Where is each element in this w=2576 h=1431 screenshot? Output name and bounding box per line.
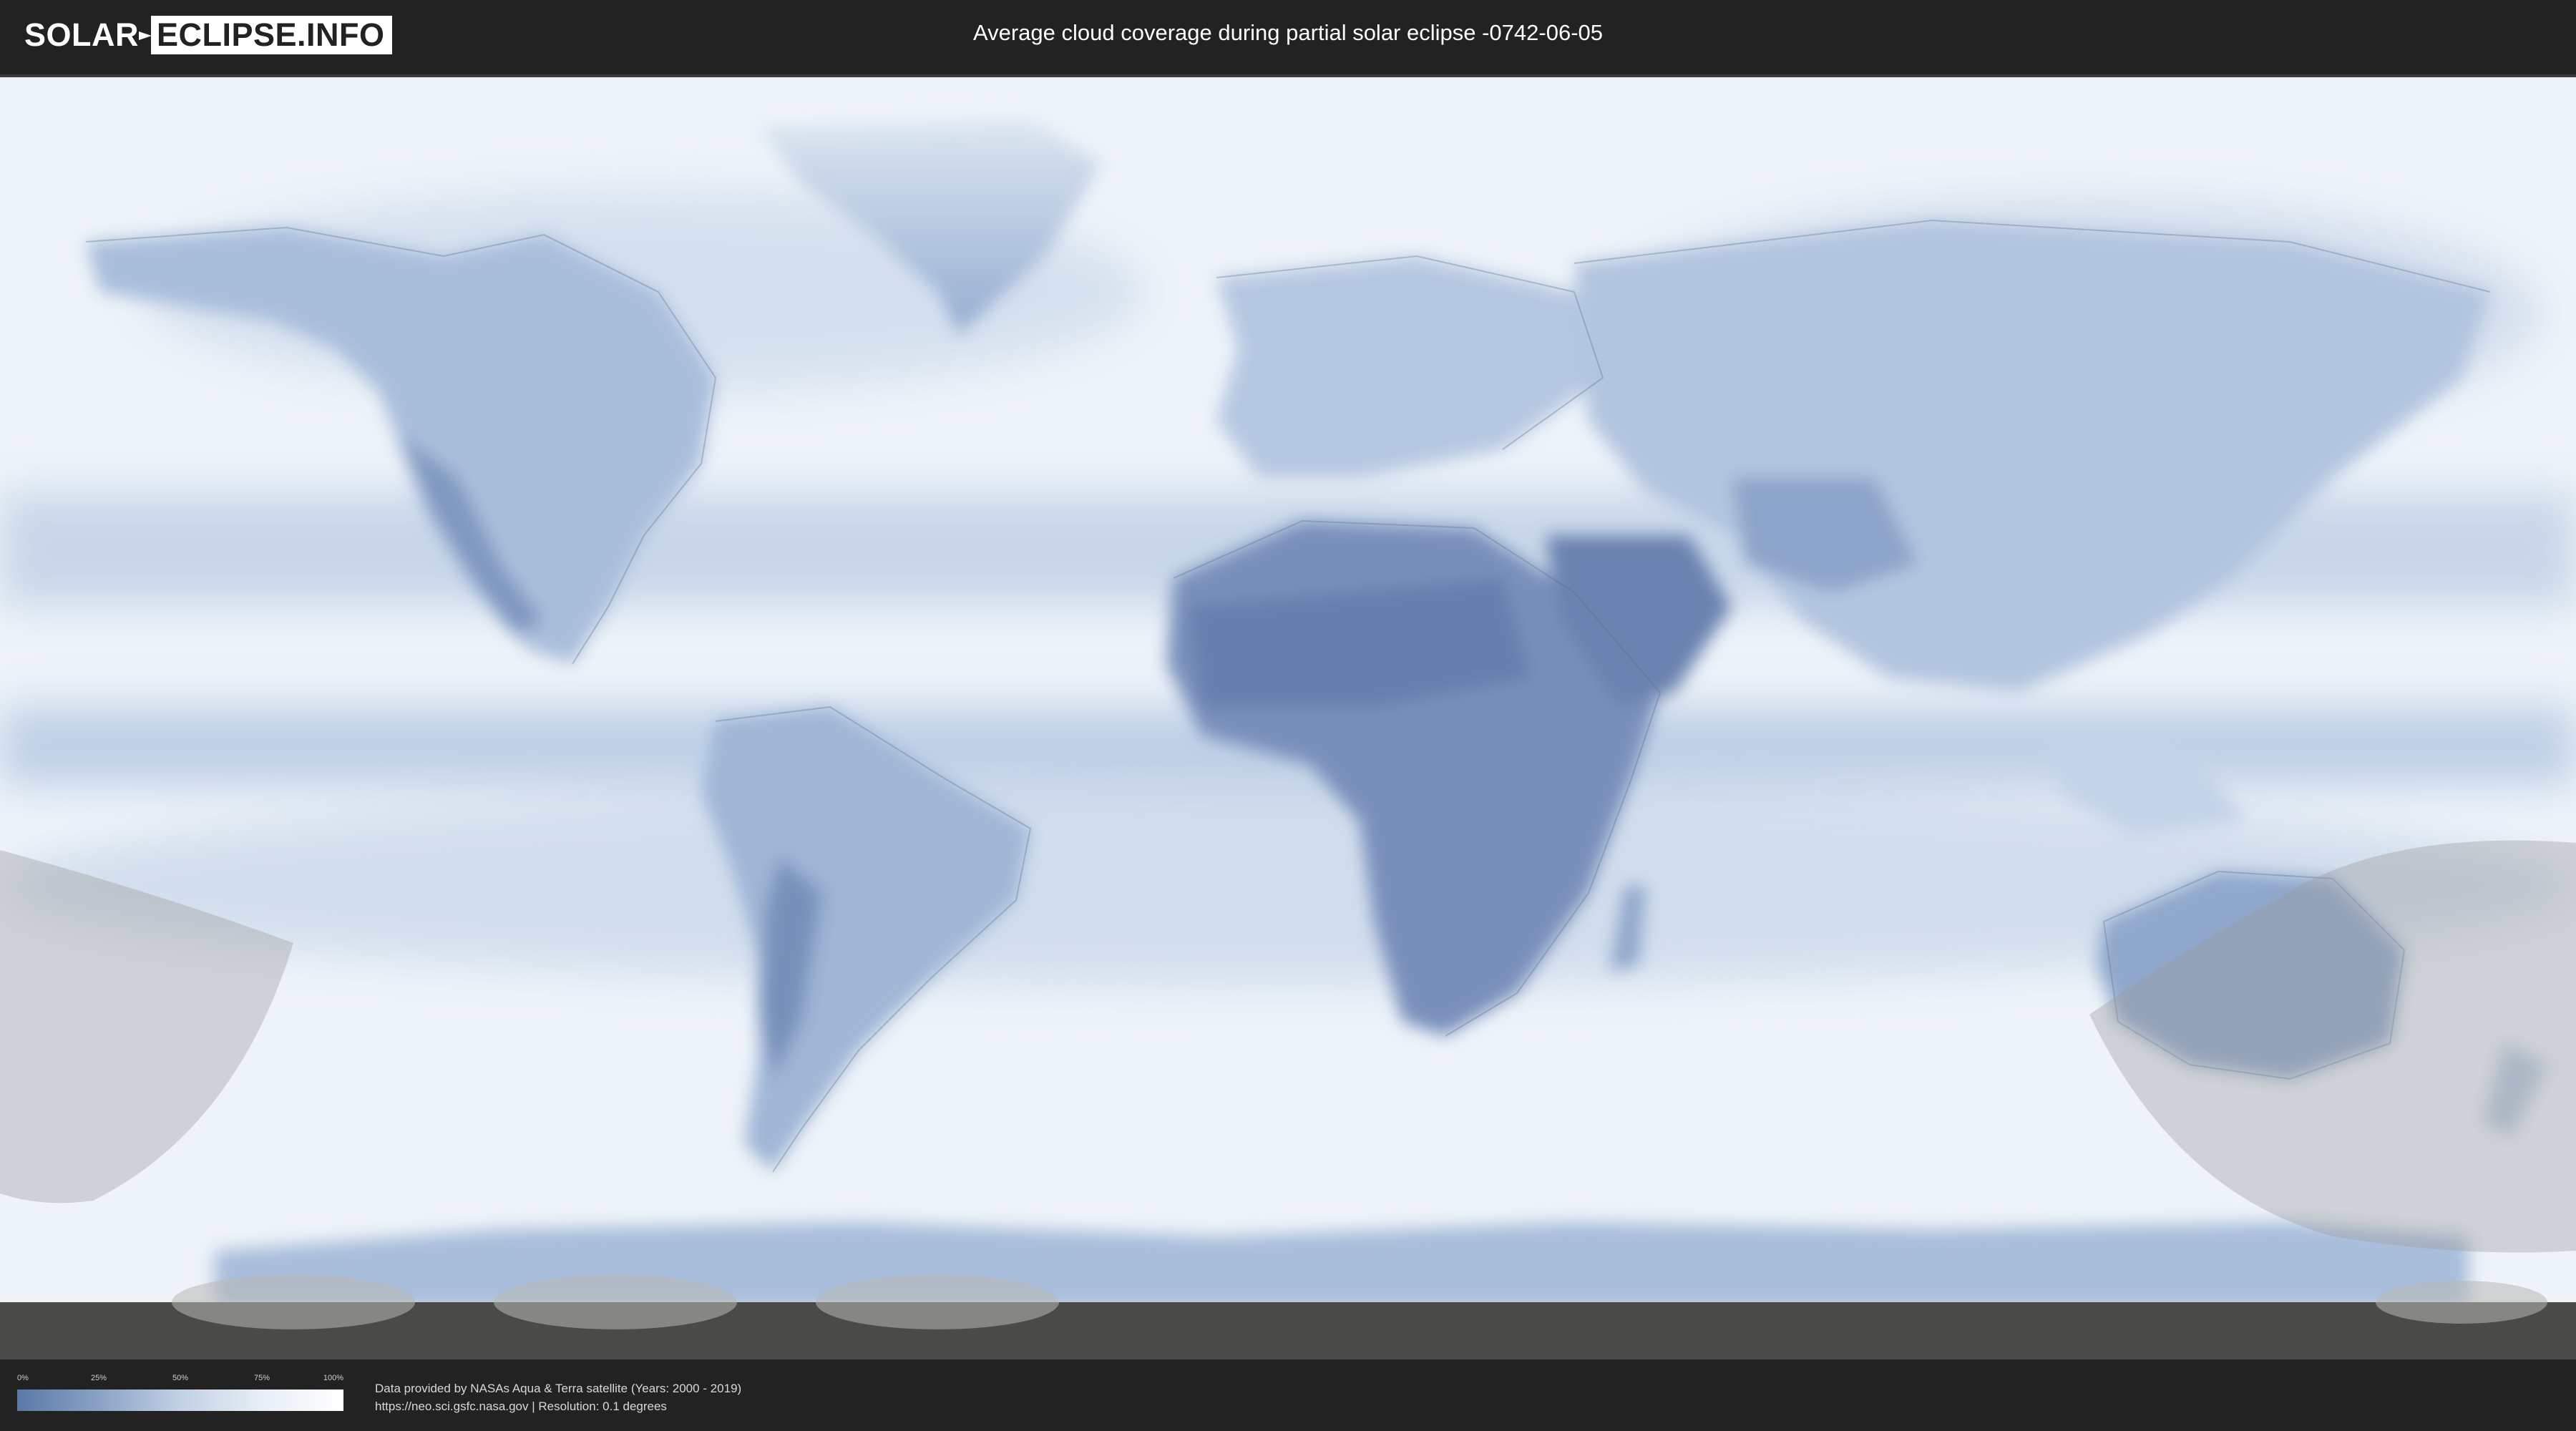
legend-color-bar bbox=[17, 1390, 343, 1411]
legend-tick: 100% bbox=[323, 1374, 343, 1382]
world-map-svg bbox=[0, 77, 2576, 1362]
page-title: Average cloud coverage during partial so… bbox=[972, 20, 1604, 45]
legend-tick: 50% bbox=[172, 1374, 189, 1382]
legend-tick: 25% bbox=[90, 1374, 107, 1382]
footer-bar: 0% 25% 50% 75% 100% Data provided by NAS… bbox=[0, 1359, 2576, 1431]
credit-line-source: Data provided by NASAs Aqua & Terra sate… bbox=[375, 1382, 742, 1395]
legend-tick: 0% bbox=[17, 1374, 29, 1382]
data-credits: Data provided by NASAs Aqua & Terra sate… bbox=[375, 1379, 741, 1415]
cloud-coverage-map[interactable] bbox=[0, 74, 2576, 1362]
header-bar: SOLAR ECLIPSE.INFO Average cloud coverag… bbox=[0, 0, 2576, 72]
legend-ticks: 0% 25% 50% 75% 100% bbox=[17, 1374, 343, 1387]
cloud-coverage-legend: 0% 25% 50% 75% 100% bbox=[17, 1374, 343, 1411]
credit-line-url: https://neo.sci.gsfc.nasa.gov | Resoluti… bbox=[375, 1400, 667, 1413]
legend-tick: 75% bbox=[253, 1374, 270, 1382]
